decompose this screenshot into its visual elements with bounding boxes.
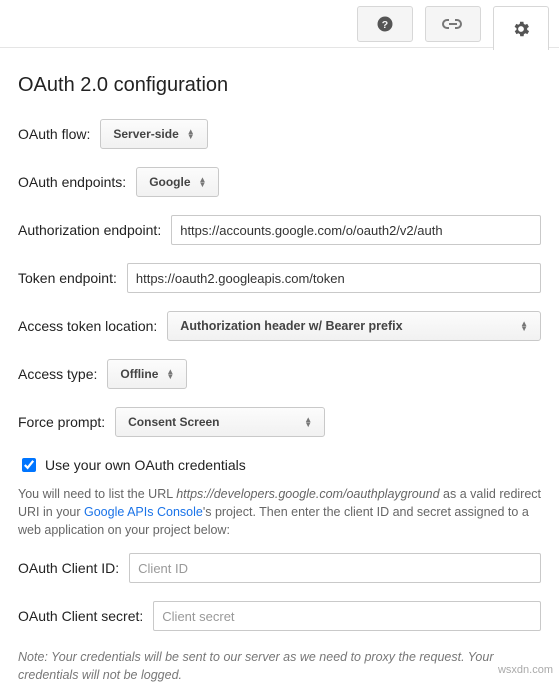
sort-icon: ▲▼ [187,129,195,139]
page-title: OAuth 2.0 configuration [18,74,541,97]
auth-endpoint-label: Authorization endpoint: [18,222,161,238]
force-prompt-value: Consent Screen [128,415,219,429]
help-icon: ? [376,15,394,33]
settings-button[interactable] [493,6,549,50]
use-own-credentials-checkbox[interactable] [22,458,36,472]
token-location-value: Authorization header w/ Bearer prefix [180,319,402,333]
credentials-note: You will need to list the URL https://de… [18,485,541,539]
sort-icon: ▲▼ [520,321,528,331]
client-secret-input[interactable] [153,601,541,631]
oauth-endpoints-label: OAuth endpoints: [18,174,126,190]
auth-endpoint-input[interactable] [171,215,541,245]
sort-icon: ▲▼ [304,417,312,427]
use-own-credentials-label: Use your own OAuth credentials [45,457,246,473]
oauth-flow-select[interactable]: Server-side ▲▼ [100,119,207,149]
watermark: wsxdn.com [498,664,553,676]
token-endpoint-label: Token endpoint: [18,270,117,286]
link-button[interactable] [425,6,481,42]
access-type-label: Access type: [18,366,97,382]
access-type-select[interactable]: Offline ▲▼ [107,359,187,389]
footer-note: Note: Your credentials will be sent to o… [18,649,541,684]
google-apis-console-link[interactable]: Google APIs Console [84,505,203,519]
config-panel: OAuth 2.0 configuration OAuth flow: Serv… [0,48,559,692]
oauth-flow-value: Server-side [113,127,178,141]
token-location-label: Access token location: [18,318,157,334]
svg-text:?: ? [382,19,388,31]
link-icon [442,17,464,31]
client-secret-label: OAuth Client secret: [18,608,143,624]
sort-icon: ▲▼ [166,369,174,379]
oauth-endpoints-value: Google [149,175,190,189]
force-prompt-label: Force prompt: [18,414,105,430]
help-button[interactable]: ? [357,6,413,42]
playground-url: https://developers.google.com/oauthplayg… [176,487,439,501]
toolbar: ? [0,0,559,48]
token-endpoint-input[interactable] [127,263,541,293]
client-id-input[interactable] [129,553,541,583]
access-type-value: Offline [120,367,158,381]
client-id-label: OAuth Client ID: [18,560,119,576]
gear-icon [511,19,531,39]
oauth-flow-label: OAuth flow: [18,126,90,142]
sort-icon: ▲▼ [199,177,207,187]
token-location-select[interactable]: Authorization header w/ Bearer prefix ▲▼ [167,311,541,341]
oauth-endpoints-select[interactable]: Google ▲▼ [136,167,219,197]
force-prompt-select[interactable]: Consent Screen ▲▼ [115,407,325,437]
